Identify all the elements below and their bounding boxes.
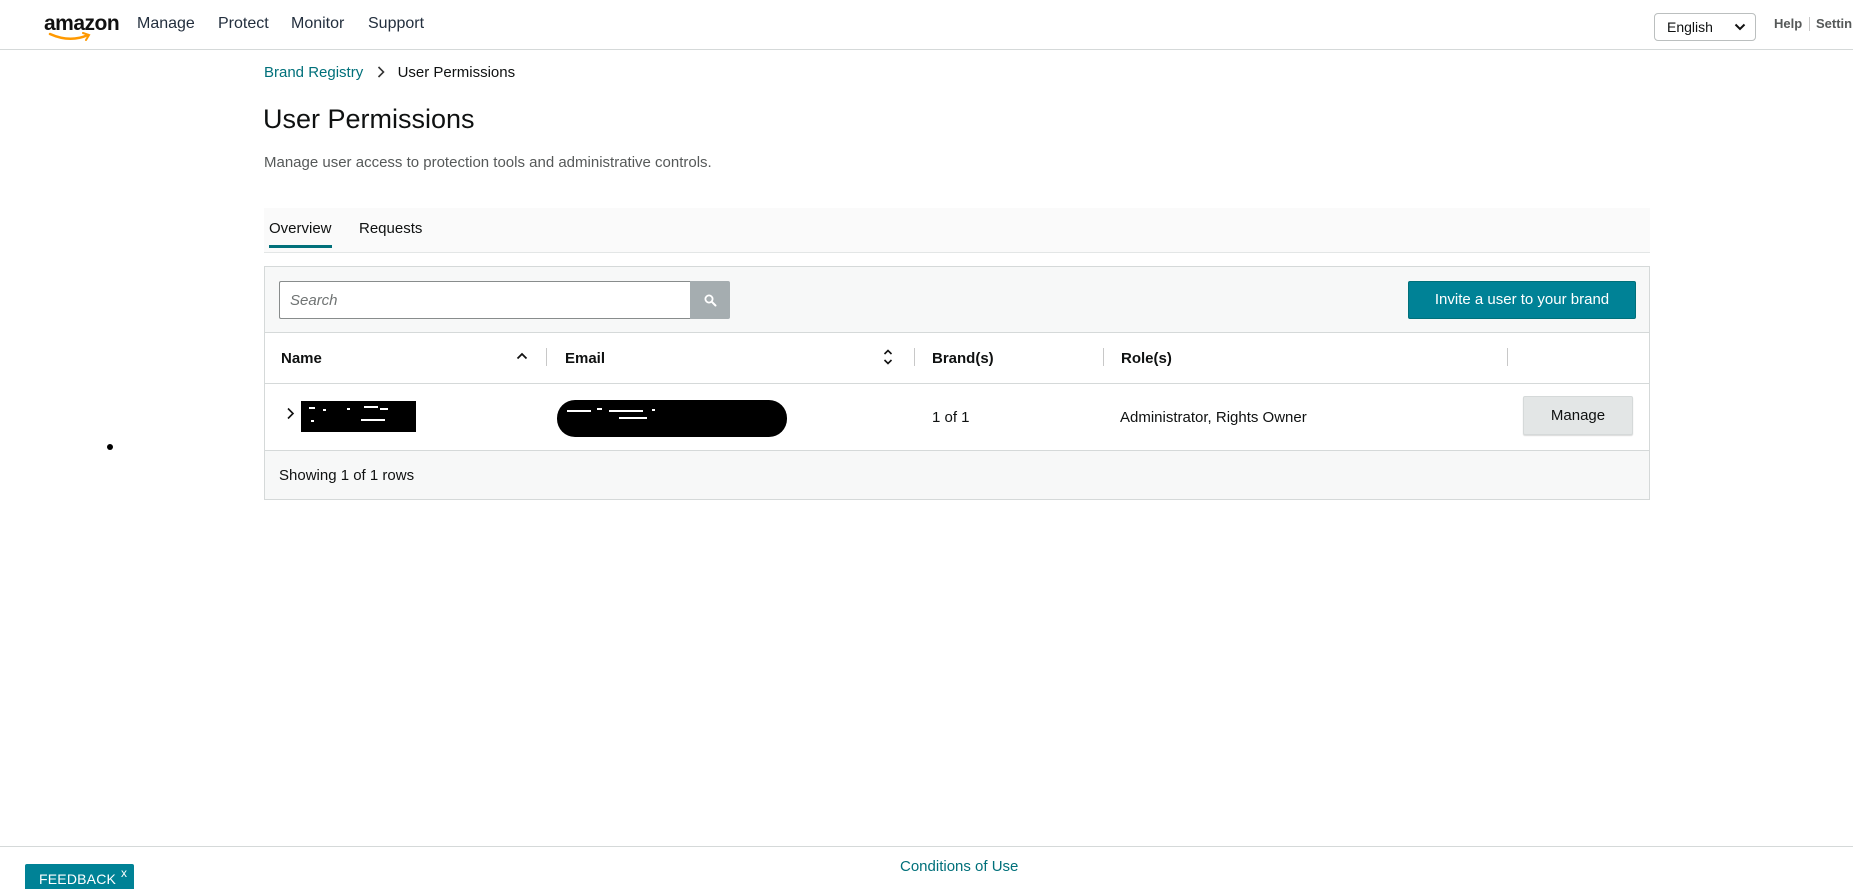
bullet-dot [107, 444, 113, 450]
table-row: 1 of 1 Administrator, Rights Owner Manag… [265, 384, 1649, 451]
column-header-name[interactable]: Name [281, 350, 322, 367]
column-header-email[interactable]: Email [565, 350, 605, 367]
tab-requests[interactable]: Requests [359, 220, 422, 245]
sort-icon[interactable] [883, 348, 893, 366]
nav-support[interactable]: Support [368, 15, 424, 33]
feedback-label: FEEDBACK [39, 871, 117, 887]
cell-roles: Administrator, Rights Owner [1120, 409, 1307, 426]
nav-protect[interactable]: Protect [218, 15, 269, 33]
conditions-of-use-link[interactable]: Conditions of Use [900, 858, 1018, 875]
column-divider [1103, 348, 1104, 366]
help-link[interactable]: Help [1774, 16, 1802, 31]
feedback-close-button[interactable]: x [121, 866, 127, 880]
invite-user-button[interactable]: Invite a user to your brand [1408, 281, 1636, 319]
settings-link[interactable]: Settin [1816, 16, 1852, 31]
smile-icon [48, 32, 91, 41]
nav-monitor[interactable]: Monitor [291, 15, 344, 33]
nav-manage[interactable]: Manage [137, 15, 195, 33]
table-toolbar: Invite a user to your brand [265, 267, 1649, 333]
search-input[interactable] [279, 281, 691, 319]
tab-bar: Overview Requests [264, 208, 1650, 253]
redacted-name [301, 401, 416, 432]
chevron-right-icon [377, 65, 386, 82]
divider [1809, 17, 1810, 31]
feedback-button[interactable]: FEEDBACK x [25, 864, 134, 889]
language-select[interactable]: English [1654, 13, 1756, 41]
breadcrumb-brand-registry[interactable]: Brand Registry [264, 64, 363, 81]
sort-ascending-icon[interactable] [516, 351, 528, 361]
column-divider [546, 348, 547, 366]
users-table-panel: Invite a user to your brand Name Email B… [264, 266, 1650, 500]
chevron-right-icon[interactable] [286, 407, 295, 420]
search-button[interactable] [690, 281, 730, 319]
column-header-brands: Brand(s) [932, 350, 994, 367]
chevron-down-icon [1734, 23, 1746, 31]
column-header-roles: Role(s) [1121, 350, 1172, 367]
language-value: English [1667, 19, 1713, 35]
top-nav: amazon Manage Protect Monitor Support En… [0, 0, 1853, 50]
column-divider [1507, 348, 1508, 366]
tab-overview[interactable]: Overview [269, 220, 332, 248]
search-icon [704, 294, 717, 307]
row-count: Showing 1 of 1 rows [279, 467, 415, 484]
breadcrumb: Brand Registry User Permissions [264, 64, 515, 82]
page-description: Manage user access to protection tools a… [264, 154, 712, 171]
cell-brands: 1 of 1 [932, 409, 970, 426]
table-footer: Showing 1 of 1 rows [265, 451, 1649, 499]
manage-button[interactable]: Manage [1523, 396, 1633, 435]
breadcrumb-current: User Permissions [397, 64, 516, 81]
amazon-logo[interactable]: amazon [44, 12, 120, 42]
column-divider [914, 348, 915, 366]
table-header: Name Email Brand(s) Role(s) [265, 333, 1649, 384]
page-footer: Conditions of Use [0, 846, 1853, 889]
page-title: User Permissions [263, 104, 475, 134]
redacted-email [557, 400, 787, 437]
